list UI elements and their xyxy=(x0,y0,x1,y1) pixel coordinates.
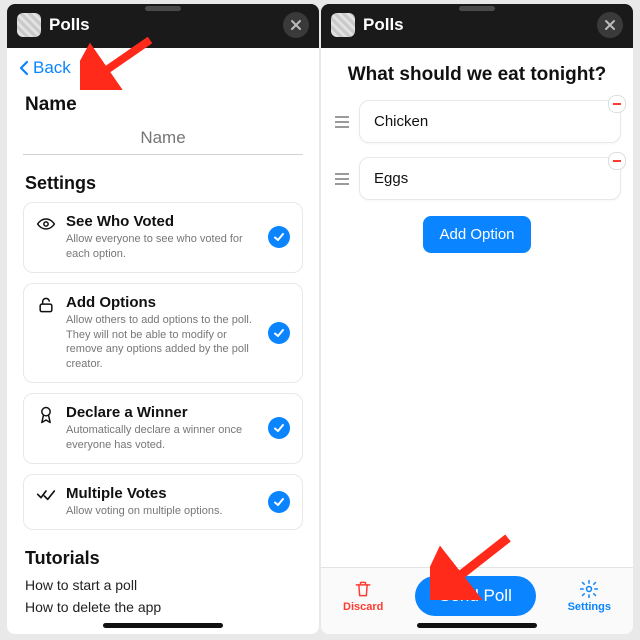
close-icon[interactable] xyxy=(597,12,623,38)
extension-title: Polls xyxy=(49,15,90,35)
poll-option-text: Eggs xyxy=(374,170,408,187)
sheet-grabber[interactable] xyxy=(145,6,181,11)
multi-check-icon xyxy=(36,485,56,506)
setting-title: See Who Voted xyxy=(66,213,258,230)
tutorial-link[interactable]: How to delete the app xyxy=(25,599,303,615)
close-icon[interactable] xyxy=(283,12,309,38)
screen-left-settings: Polls Back Name Settings See Who Vot xyxy=(7,4,319,634)
setting-add-options[interactable]: Add Options Allow others to add options … xyxy=(23,283,303,383)
send-poll-button[interactable]: Send Poll xyxy=(415,576,536,616)
poll-option[interactable]: Eggs xyxy=(359,157,621,200)
chevron-left-icon xyxy=(19,60,29,76)
minus-icon xyxy=(613,103,621,105)
drag-handle-icon[interactable] xyxy=(333,173,351,185)
poll-name-input[interactable] xyxy=(23,122,303,155)
name-heading: Name xyxy=(25,94,303,116)
poll-option-text: Chicken xyxy=(374,113,428,130)
setting-title: Add Options xyxy=(66,294,258,311)
setting-see-who-voted[interactable]: See Who Voted Allow everyone to see who … xyxy=(23,202,303,273)
sheet-grabber[interactable] xyxy=(459,6,495,11)
tutorial-link[interactable]: How to start a poll xyxy=(25,577,303,593)
home-indicator[interactable] xyxy=(417,623,537,628)
checkmark-icon xyxy=(268,417,290,439)
remove-option-button[interactable] xyxy=(608,95,626,113)
poll-option-row: Eggs xyxy=(321,157,633,200)
extension-header: Polls xyxy=(7,4,319,48)
checkmark-icon xyxy=(268,491,290,513)
settings-heading: Settings xyxy=(25,173,303,194)
discard-button[interactable]: Discard xyxy=(343,579,383,613)
poll-question: What should we eat tonight? xyxy=(333,64,621,86)
setting-title: Multiple Votes xyxy=(66,485,258,502)
discard-label: Discard xyxy=(343,601,383,613)
setting-title: Declare a Winner xyxy=(66,404,258,421)
poll-option-row: Chicken xyxy=(321,100,633,143)
setting-desc: Automatically declare a winner once ever… xyxy=(66,423,258,453)
screen-right-compose: Polls What should we eat tonight? Chicke… xyxy=(321,4,633,634)
setting-desc: Allow voting on multiple options. xyxy=(66,504,258,519)
checkmark-icon xyxy=(268,322,290,344)
unlock-icon xyxy=(36,294,56,315)
back-button[interactable]: Back xyxy=(7,48,319,84)
eye-icon xyxy=(36,213,56,234)
trash-icon xyxy=(353,579,373,599)
checkmark-icon xyxy=(268,226,290,248)
settings-label: Settings xyxy=(568,601,611,613)
add-option-button[interactable]: Add Option xyxy=(423,216,530,253)
info-heading: Info xyxy=(25,633,303,634)
app-icon xyxy=(331,13,355,37)
minus-icon xyxy=(613,160,621,162)
back-label: Back xyxy=(33,58,71,78)
extension-header: Polls xyxy=(321,4,633,48)
setting-multiple-votes[interactable]: Multiple Votes Allow voting on multiple … xyxy=(23,474,303,530)
settings-button[interactable]: Settings xyxy=(568,579,611,613)
home-indicator[interactable] xyxy=(103,623,223,628)
extension-title: Polls xyxy=(363,15,404,35)
poll-option[interactable]: Chicken xyxy=(359,100,621,143)
setting-desc: Allow everyone to see who voted for each… xyxy=(66,232,258,262)
award-icon xyxy=(36,404,56,425)
gear-icon xyxy=(579,579,599,599)
tutorials-heading: Tutorials xyxy=(25,548,303,569)
remove-option-button[interactable] xyxy=(608,152,626,170)
drag-handle-icon[interactable] xyxy=(333,116,351,128)
app-icon xyxy=(17,13,41,37)
setting-desc: Allow others to add options to the poll.… xyxy=(66,313,258,372)
setting-declare-winner[interactable]: Declare a Winner Automatically declare a… xyxy=(23,393,303,464)
